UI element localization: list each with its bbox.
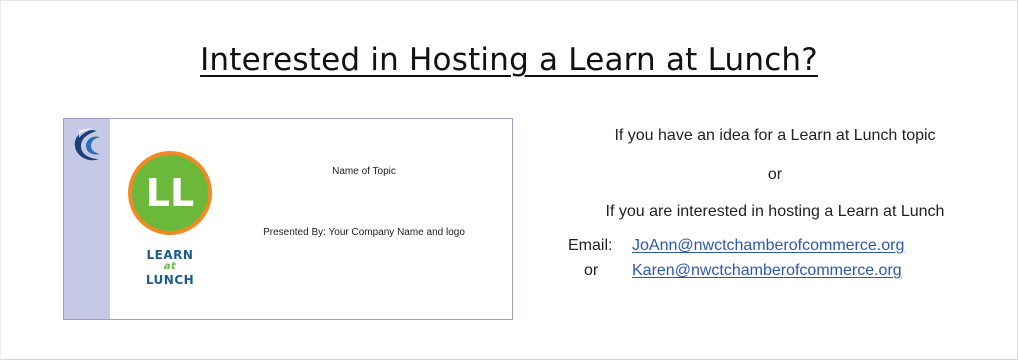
or-separator: or bbox=[767, 166, 783, 183]
logo-word-learn: LEARN bbox=[146, 248, 194, 262]
page-title: Interested in Hosting a Learn at Lunch? bbox=[200, 42, 818, 78]
email-link-karen[interactable]: Karen@nwctchamberofcommerce.org bbox=[632, 262, 902, 280]
presenter-placeholder: Presented By: Your Company Name and logo bbox=[263, 227, 465, 238]
logo-word-lunch: LUNCH bbox=[145, 273, 195, 287]
email-label: Email: bbox=[568, 237, 613, 254]
card-side-strip bbox=[64, 119, 110, 319]
chamber-swirl-icon bbox=[74, 128, 100, 161]
sample-card: LL LEARN at LUNCH Name of Topic Presente… bbox=[63, 118, 513, 320]
hosting-line: If you are interested in hosting a Learn… bbox=[605, 203, 945, 220]
idea-line: If you have an idea for a Learn at Lunch… bbox=[614, 127, 936, 144]
logo-initials: LL bbox=[146, 171, 194, 215]
logo-word-at: at bbox=[163, 261, 177, 272]
topic-placeholder: Name of Topic bbox=[332, 166, 396, 177]
email-link-joann[interactable]: JoAnn@nwctchamberofcommerce.org bbox=[632, 237, 904, 255]
or-label: or bbox=[584, 262, 599, 279]
learn-at-lunch-logo: LL bbox=[128, 151, 212, 235]
